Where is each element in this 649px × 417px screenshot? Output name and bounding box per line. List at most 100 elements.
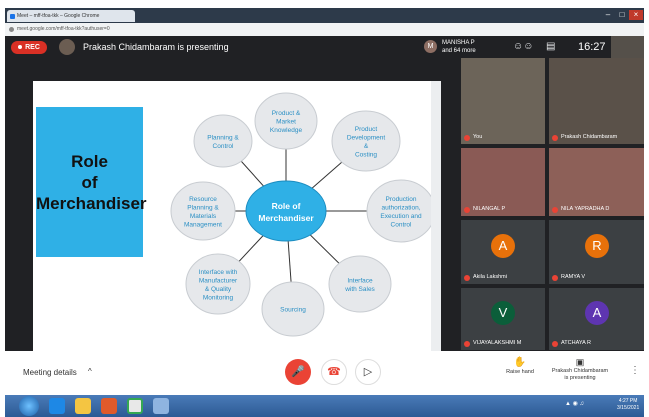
hang-up-icon: ☎ xyxy=(327,366,341,378)
mic-toggle-button[interactable]: 🎤 xyxy=(285,359,311,385)
mic-off-icon xyxy=(464,207,470,213)
role-bubble-label: Product xyxy=(355,126,378,133)
role-bubble-label: Development xyxy=(347,134,385,141)
people-icon[interactable]: ☺☺ xyxy=(513,41,533,53)
participants-more: and 64 more xyxy=(442,48,476,54)
meeting-clock: 16:27 xyxy=(578,41,606,53)
role-bubble-label: Planning & xyxy=(207,134,239,141)
hand-icon: ✋ xyxy=(513,357,527,368)
system-tray-icons[interactable]: ▲ ◉ ♫ xyxy=(565,400,584,408)
participant-tile-video[interactable]: Prakash Chidambaram xyxy=(549,58,644,144)
leave-call-button[interactable]: ☎ xyxy=(321,359,347,385)
present-line: is presenting xyxy=(564,375,596,381)
close-window-icon[interactable]: × xyxy=(629,10,643,20)
participant-name: Prakash Chidambaram xyxy=(561,134,618,140)
participant-tile-video[interactable]: You xyxy=(461,58,545,144)
mic-off-icon xyxy=(464,341,470,347)
browser-tab[interactable]: Meet – mff-tfoa-tkk – Google Chrome xyxy=(7,10,135,22)
meet-top-bar: REC Prakash Chidambaram is presenting M … xyxy=(5,36,644,58)
role-bubble-label: Production xyxy=(385,196,416,203)
presenting-text: Prakash Chidambaram is presenting xyxy=(83,42,229,52)
participant-name: NILA YAPRADHA D xyxy=(561,206,610,212)
mic-off-icon xyxy=(552,135,558,141)
participant-letter-avatar: A xyxy=(585,301,609,325)
raise-hand-button[interactable]: ✋ Raise hand xyxy=(500,357,540,376)
participant-tile-video[interactable]: NILA YAPRADHA D xyxy=(549,148,644,216)
center-bubble xyxy=(245,180,327,242)
browser-tab-title: Meet – mff-tfoa-tkk – Google Chrome xyxy=(17,13,100,19)
address-text: meet.google.com/mff-tfoa-tkk?authuser=0 xyxy=(17,26,110,32)
role-diagram: Product & MarketKnowledge ProductDevelopme… xyxy=(170,92,436,337)
participant-tile-avatar[interactable]: A Akila Lakshmi xyxy=(461,220,545,284)
meeting-details-button[interactable]: Meeting details xyxy=(23,368,77,378)
camera-icon: ▷ xyxy=(363,366,373,378)
participant-letter-avatar: V xyxy=(491,301,515,325)
taskbar-time: 4:27 PM xyxy=(618,398,638,404)
participant-letter-avatar: R xyxy=(585,234,609,258)
participant-name: RAMYA V xyxy=(561,274,586,280)
participants-summary[interactable]: MANISHA P and 64 more xyxy=(442,39,476,55)
meet-favicon-icon xyxy=(10,14,15,19)
raise-hand-label: Raise hand xyxy=(506,369,534,375)
more-options-icon[interactable]: ⋮ xyxy=(630,365,640,376)
camera-toggle-button[interactable]: ▷ xyxy=(355,359,381,385)
present-screen-icon: ▣ xyxy=(575,357,585,367)
role-bubble-label: Control xyxy=(391,221,413,228)
participant-letter-avatar: A xyxy=(491,234,515,258)
role-bubble-label: Resource xyxy=(189,196,217,203)
lock-icon xyxy=(9,27,14,32)
role-bubble-label: authorization, xyxy=(381,204,420,211)
role-bubble-label: Monitoring xyxy=(203,294,234,301)
role-bubble-label: Interface with xyxy=(199,269,238,276)
ie-icon[interactable] xyxy=(49,398,65,414)
chrome-icon[interactable] xyxy=(127,398,143,414)
chat-icon[interactable]: ▤ xyxy=(546,41,555,53)
participant-name: You xyxy=(473,134,483,140)
present-status-button[interactable]: ▣ Prakash Chidambaram is presenting xyxy=(550,357,610,382)
media-player-icon[interactable] xyxy=(101,398,117,414)
role-bubble-label: Management xyxy=(184,221,222,228)
role-bubble-label: Interface xyxy=(347,277,373,284)
center-label-line: Role of xyxy=(272,201,301,211)
participant-tile-video[interactable]: NILANGAL P xyxy=(461,148,545,216)
role-bubble-label: & Quality xyxy=(205,286,232,293)
windows-taskbar: ▲ ◉ ♫ 4:27 PM 3/15/2021 xyxy=(5,395,644,417)
taskbar-date: 3/15/2021 xyxy=(617,405,640,411)
start-button[interactable] xyxy=(19,396,39,416)
role-bubble-label: Execution and xyxy=(380,213,422,220)
maximize-icon[interactable]: □ xyxy=(615,10,629,20)
mic-off-icon xyxy=(464,275,470,281)
mic-off-icon xyxy=(552,207,558,213)
role-bubble-label: & xyxy=(364,143,369,150)
screen-frame: Meet – mff-tfoa-tkk – Google Chrome – □ … xyxy=(5,8,644,417)
chevron-up-icon[interactable]: ^ xyxy=(88,367,92,376)
meet-bottom-bar: Meeting details ^ 🎤 ☎ ▷ ✋ Raise hand ▣ P… xyxy=(5,351,644,395)
mic-off-icon xyxy=(552,341,558,347)
role-bubble-label: Knowledge xyxy=(270,127,303,134)
role-bubble-label: Manufacturer xyxy=(199,277,238,284)
taskbar-clock[interactable]: 4:27 PM 3/15/2021 xyxy=(617,398,639,412)
participant-tile-avatar[interactable]: V VIJAYALAKSHMI M xyxy=(461,288,545,350)
address-bar[interactable]: meet.google.com/mff-tfoa-tkk?authuser=0 xyxy=(5,23,644,37)
recording-badge: REC xyxy=(11,41,47,54)
participant-avatar[interactable]: M xyxy=(424,40,437,53)
browser-tab-strip: Meet – mff-tfoa-tkk – Google Chrome – □ … xyxy=(5,8,644,23)
app-icon[interactable] xyxy=(153,398,169,414)
record-dot-icon xyxy=(18,45,23,50)
role-bubble-label: Market xyxy=(276,119,296,126)
mic-off-icon: 🎤 xyxy=(291,366,305,378)
self-view-thumbnail[interactable] xyxy=(611,36,644,58)
participant-tile-avatar[interactable]: R RAMYA V xyxy=(549,220,644,284)
participant-name: VIJAYALAKSHMI M xyxy=(473,340,522,346)
folder-icon[interactable] xyxy=(75,398,91,414)
role-bubble-label: Costing xyxy=(355,151,377,158)
participant-name: MANISHA P xyxy=(442,40,475,46)
rec-label: REC xyxy=(25,44,40,51)
role-bubble-label: Product & xyxy=(272,110,301,117)
slide-edge xyxy=(431,81,441,351)
presenter-avatar xyxy=(59,39,75,55)
participant-name: Akila Lakshmi xyxy=(473,274,507,280)
mic-off-icon xyxy=(464,135,470,141)
participant-tile-avatar[interactable]: A ATCHAYA R xyxy=(549,288,644,350)
minimize-icon[interactable]: – xyxy=(601,10,615,20)
